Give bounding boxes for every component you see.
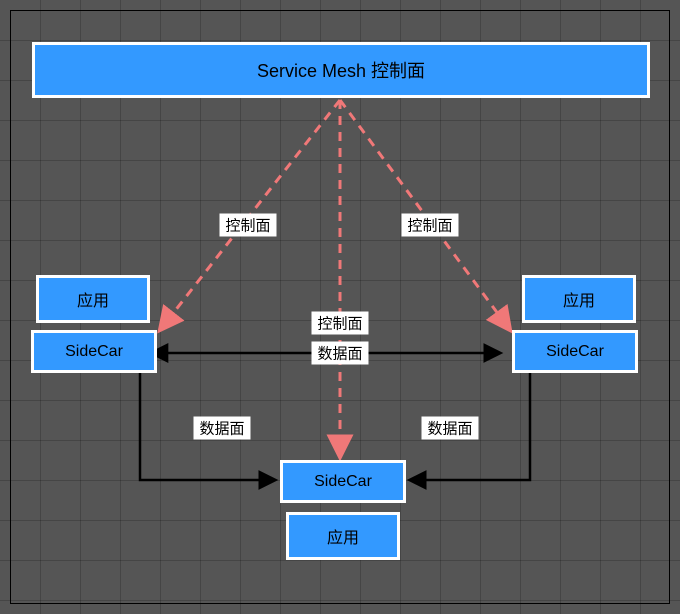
node-app-bottom: 应用 bbox=[286, 512, 400, 560]
label-ctrl-left: 控制面 bbox=[219, 214, 276, 237]
node-app-left: 应用 bbox=[36, 275, 150, 323]
diagram-canvas: Service Mesh 控制面 应用 SideCar 应用 SideCar S… bbox=[0, 0, 680, 614]
node-sidecar-bottom: SideCar bbox=[280, 460, 406, 503]
label-ctrl-mid: 控制面 bbox=[311, 312, 368, 335]
label-data-mid: 数据面 bbox=[311, 342, 368, 365]
label-data-right: 数据面 bbox=[421, 417, 478, 440]
label-ctrl-right: 控制面 bbox=[401, 214, 458, 237]
label-data-left: 数据面 bbox=[193, 417, 250, 440]
node-sidecar-right: SideCar bbox=[512, 330, 638, 373]
node-sidecar-left: SideCar bbox=[31, 330, 157, 373]
node-app-right: 应用 bbox=[522, 275, 636, 323]
node-control-plane: Service Mesh 控制面 bbox=[32, 42, 650, 98]
